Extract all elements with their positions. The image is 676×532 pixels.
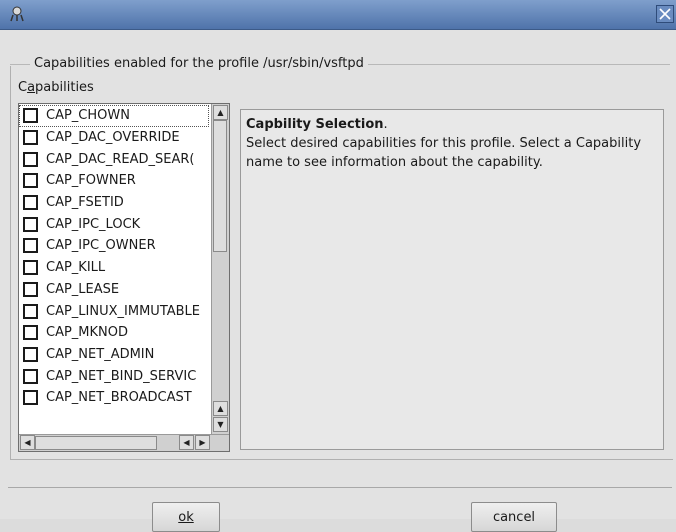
capability-item[interactable]: CAP_NET_BROADCAST bbox=[19, 387, 209, 409]
info-title-text: Capbility Selection bbox=[246, 117, 384, 132]
capability-name: CAP_CHOWN bbox=[46, 108, 130, 124]
capability-info-panel: Capbility Selection. Select desired capa… bbox=[240, 109, 664, 450]
horizontal-scroll-thumb[interactable] bbox=[35, 436, 157, 450]
capability-item[interactable]: CAP_FOWNER bbox=[19, 170, 209, 192]
capability-item[interactable]: CAP_DAC_READ_SEAR( bbox=[19, 148, 209, 170]
capability-item[interactable]: CAP_IPC_OWNER bbox=[19, 235, 209, 257]
capability-item[interactable]: CAP_MKNOD bbox=[19, 322, 209, 344]
capability-name: CAP_KILL bbox=[46, 260, 106, 276]
capability-name: CAP_IPC_LOCK bbox=[46, 216, 141, 232]
capability-name: CAP_LINUX_IMMUTABLE bbox=[46, 303, 201, 319]
capability-checkbox[interactable] bbox=[23, 325, 38, 341]
scroll-up-icon[interactable]: ▲ bbox=[213, 105, 228, 120]
capability-name: CAP_IPC_OWNER bbox=[46, 238, 156, 254]
capability-item[interactable]: CAP_IPC_LOCK bbox=[19, 213, 209, 235]
app-icon bbox=[10, 6, 24, 22]
close-icon[interactable] bbox=[656, 5, 674, 23]
vertical-scrollbar[interactable]: ▲ ▲ ▼ bbox=[211, 104, 229, 434]
capabilities-list-items: CAP_CHOWN CAP_DAC_OVERRIDE CAP_DAC_READ_SE… bbox=[19, 105, 209, 409]
capability-checkbox[interactable] bbox=[23, 130, 38, 146]
vertical-scroll-thumb[interactable] bbox=[213, 120, 227, 252]
capability-name: CAP_DAC_OVERRIDE bbox=[46, 130, 180, 146]
capability-name: CAP_DAC_READ_SEAR( bbox=[46, 151, 195, 167]
capability-name: CAP_FSETID bbox=[46, 195, 124, 211]
capability-checkbox[interactable] bbox=[23, 173, 38, 189]
ok-button-label: ok bbox=[178, 509, 194, 525]
ok-button[interactable]: ok bbox=[152, 502, 220, 532]
capability-checkbox[interactable] bbox=[23, 281, 38, 297]
capability-name: CAP_FOWNER bbox=[46, 173, 136, 189]
dialog-window: Capabilities enabled for the profile /us… bbox=[0, 30, 676, 532]
info-title: Capbility Selection. bbox=[246, 117, 658, 132]
scroll-up-icon[interactable]: ▲ bbox=[213, 401, 228, 416]
cancel-button-label: cancel bbox=[492, 509, 536, 525]
capabilities-list[interactable]: CAP_CHOWN CAP_DAC_OVERRIDE CAP_DAC_READ_SE… bbox=[18, 103, 230, 452]
capability-name: CAP_NET_BIND_SERVIC bbox=[46, 368, 197, 384]
capability-checkbox[interactable] bbox=[23, 390, 38, 406]
capability-name: CAP_MKNOD bbox=[46, 325, 129, 341]
button-separator bbox=[8, 487, 672, 488]
capability-item[interactable]: CAP_NET_ADMIN bbox=[19, 344, 209, 366]
capability-checkbox[interactable] bbox=[23, 260, 38, 276]
capabilities-label: Capabilities bbox=[18, 80, 94, 95]
capability-name: CAP_NET_ADMIN bbox=[46, 346, 155, 362]
title-bar bbox=[0, 0, 676, 30]
scroll-left-icon[interactable]: ◀ bbox=[20, 435, 35, 450]
capability-item[interactable]: CAP_CHOWN bbox=[19, 105, 209, 127]
capability-item[interactable]: CAP_NET_BIND_SERVIC bbox=[19, 365, 209, 387]
capability-checkbox[interactable] bbox=[23, 195, 38, 211]
info-title-suffix: . bbox=[383, 117, 388, 132]
capability-item[interactable]: CAP_FSETID bbox=[19, 192, 209, 214]
capability-checkbox[interactable] bbox=[23, 216, 38, 232]
capability-item[interactable]: CAP_LEASE bbox=[19, 279, 209, 301]
capability-checkbox[interactable] bbox=[23, 346, 38, 362]
cancel-button[interactable]: cancel bbox=[471, 502, 557, 532]
capabilities-label-text: Capabilities bbox=[18, 80, 94, 95]
capability-checkbox[interactable] bbox=[23, 303, 38, 319]
capability-item[interactable]: CAP_LINUX_IMMUTABLE bbox=[19, 300, 209, 322]
scroll-right-icon[interactable]: ▶ bbox=[195, 435, 210, 450]
capability-checkbox[interactable] bbox=[23, 368, 38, 384]
capability-checkbox[interactable] bbox=[23, 151, 38, 167]
horizontal-scrollbar[interactable]: ◀ ◀ ▶ bbox=[19, 434, 229, 451]
capability-item[interactable]: CAP_KILL bbox=[19, 257, 209, 279]
scroll-down-icon[interactable]: ▼ bbox=[213, 417, 228, 432]
capability-name: CAP_LEASE bbox=[46, 281, 120, 297]
capability-checkbox[interactable] bbox=[23, 238, 38, 254]
capability-item[interactable]: CAP_DAC_OVERRIDE bbox=[19, 127, 209, 149]
capability-checkbox[interactable] bbox=[23, 108, 38, 124]
info-body: Select desired capabilities for this pro… bbox=[246, 136, 642, 170]
capability-name: CAP_NET_BROADCAST bbox=[46, 390, 192, 406]
scroll-left-icon[interactable]: ◀ bbox=[179, 435, 194, 450]
